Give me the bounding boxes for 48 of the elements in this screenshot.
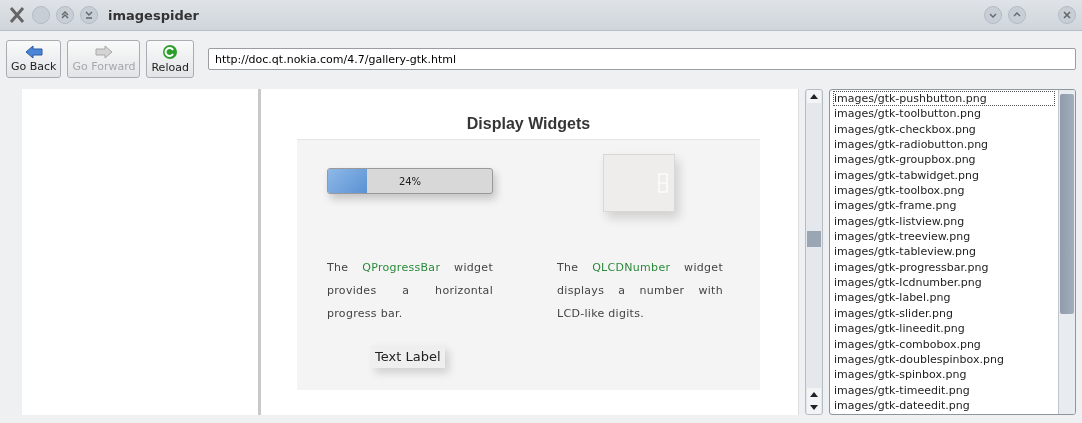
image-list-item[interactable]: images/gtk-spinbox.png [833, 367, 1055, 383]
keep-below-icon[interactable] [80, 6, 98, 24]
image-list-item[interactable]: images/gtk-doublespinbox.png [833, 351, 1055, 368]
left-arrow-icon [24, 45, 43, 59]
progress-reading: 24% [398, 175, 422, 187]
image-list-item[interactable]: images/gtk-toolbutton.png [833, 106, 1055, 122]
maximize-icon[interactable] [1008, 6, 1026, 24]
class-link[interactable]: QProgressBar [362, 261, 441, 274]
image-list-item[interactable]: images/gtk-timeedit.png [833, 382, 1055, 398]
scroll-up-icon[interactable] [807, 90, 821, 103]
menu-icon[interactable] [32, 6, 50, 24]
reload-icon [161, 44, 180, 60]
image-list-item[interactable]: images/gtk-dateedit.png [833, 397, 1055, 414]
shade-icon[interactable] [56, 6, 74, 24]
scroll-down-icon[interactable] [807, 401, 821, 414]
image-list-item[interactable]: images/gtk-lineedit.png [833, 321, 1055, 337]
image-list-item[interactable]: images/gtk-tabwidget.png [833, 167, 1055, 184]
app-icon [8, 6, 26, 24]
reload-button[interactable]: Reload [146, 40, 194, 78]
image-list-item[interactable]: images/gtk-tableview.png [833, 244, 1055, 260]
image-list-item[interactable]: images/gtk-lcdnumber.png [833, 275, 1055, 291]
window-title: imagespider [108, 7, 199, 23]
close-icon[interactable] [1058, 6, 1076, 24]
scrollbar-thumb[interactable] [807, 231, 821, 247]
list-scrollbar[interactable] [1058, 90, 1075, 414]
image-list-item[interactable]: images/gtk-groupbox.png [833, 152, 1055, 168]
scrollbar[interactable] [805, 89, 823, 415]
image-list-item[interactable]: images/gtk-slider.png [833, 305, 1055, 322]
image-list-item[interactable]: images/gtk-pushbutton.png [833, 91, 1055, 107]
text-label-sample: Text Label [371, 345, 445, 368]
scroll-up-icon[interactable] [807, 388, 821, 401]
image-list-item[interactable]: images/gtk-toolbox.png [833, 183, 1055, 199]
description-text: The QProgressBar widget provides a horizontal progress bar. [327, 260, 493, 322]
image-list-item[interactable]: images/gtk-listview.png [833, 213, 1055, 230]
image-list-item[interactable]: images/gtk-frame.png [833, 198, 1055, 214]
back-button[interactable]: Go Back [6, 40, 62, 78]
image-list-item[interactable]: images/gtk-treeview.png [833, 229, 1055, 245]
image-list-item[interactable]: images/gtk-label.png [833, 290, 1055, 306]
image-list-item[interactable]: images/gtk-combobox.png [833, 336, 1055, 352]
image-list-item[interactable]: images/gtk-checkbox.png [833, 121, 1055, 138]
description-text: The QLCDNumber widget displays a number with LCD-like digits. [557, 260, 723, 322]
right-arrow-icon [94, 45, 113, 59]
image-list-item[interactable]: images/gtk-radiobutton.png [833, 137, 1055, 153]
class-link[interactable]: QLCDNumber [592, 261, 671, 274]
minimize-icon[interactable] [984, 6, 1002, 24]
image-list-item[interactable]: images/gtk-progressbar.png [833, 259, 1055, 276]
list-scrollbar-thumb[interactable] [1060, 94, 1074, 314]
url-field[interactable]: http://doc.qt.nokia.com/4.7/gallery-gtk.html [207, 48, 1076, 70]
